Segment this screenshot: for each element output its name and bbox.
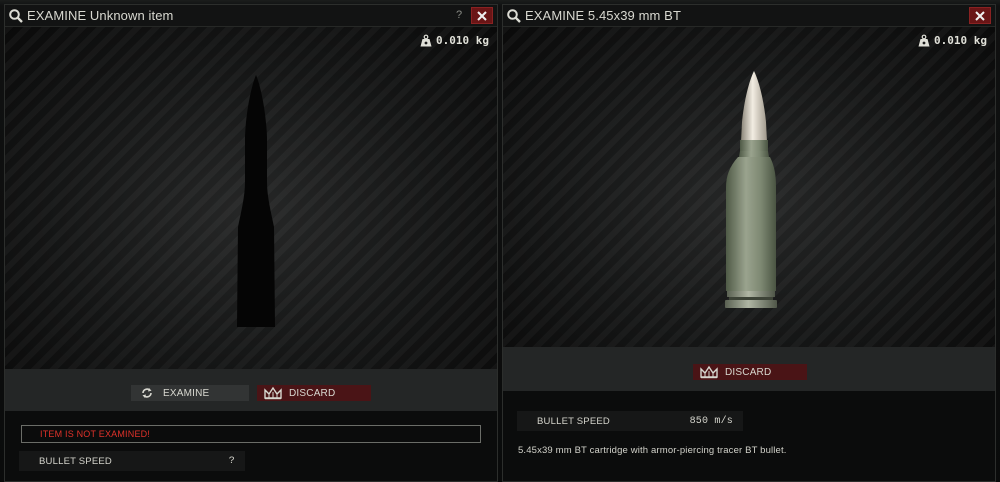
stat-row-bullet-speed: BULLET SPEED 850 m/s <box>517 411 743 431</box>
refresh-icon <box>142 388 152 398</box>
stat-value: ? <box>228 455 235 467</box>
item-preview: 0.010 kg <box>503 27 995 347</box>
info-panel: ITEM IS NOT EXAMINED! BULLET SPEED ? <box>5 411 497 481</box>
examine-window-unknown: EXAMINE Unknown item ? 0.010 kg EXAMINE … <box>4 4 498 482</box>
item-description: 5.45x39 mm BT cartridge with armor-pierc… <box>518 445 787 456</box>
cartridge-image <box>725 71 777 308</box>
unknown-item-silhouette <box>237 75 275 327</box>
stat-label: BULLET SPEED <box>537 415 610 427</box>
examine-label: EXAMINE <box>163 387 210 399</box>
title-bar[interactable]: EXAMINE Unknown item ? <box>5 5 497 27</box>
help-button[interactable]: ? <box>451 7 467 23</box>
title-bar[interactable]: EXAMINE 5.45x39 mm BT <box>503 5 995 27</box>
examine-button[interactable]: EXAMINE <box>131 385 249 401</box>
discard-button[interactable]: DISCARD <box>257 385 371 401</box>
close-x-icon <box>477 10 487 21</box>
stat-label: BULLET SPEED <box>39 455 112 467</box>
discard-label: DISCARD <box>289 387 336 399</box>
examine-window-545-bt: EXAMINE 5.45x39 mm BT 0.010 kg DISCARD B… <box>502 4 996 482</box>
close-button[interactable] <box>471 7 493 24</box>
crown-discard-icon <box>264 386 282 400</box>
item-preview: 0.010 kg <box>5 27 497 369</box>
action-bar: EXAMINE DISCARD <box>5 369 497 411</box>
magnifier-icon <box>9 8 23 23</box>
stat-row-bullet-speed: BULLET SPEED ? <box>19 451 245 471</box>
close-x-icon <box>975 10 985 21</box>
crown-discard-icon <box>700 365 718 379</box>
action-bar: DISCARD <box>503 347 995 391</box>
window-title: EXAMINE 5.45x39 mm BT <box>525 8 681 23</box>
discard-label: DISCARD <box>725 366 772 378</box>
stat-value: 850 m/s <box>689 415 733 427</box>
info-panel: BULLET SPEED 850 m/s 5.45x39 mm BT cartr… <box>503 391 995 481</box>
not-examined-warning: ITEM IS NOT EXAMINED! <box>21 425 481 443</box>
close-button[interactable] <box>969 7 991 24</box>
discard-button[interactable]: DISCARD <box>693 364 807 380</box>
window-title: EXAMINE Unknown item <box>27 8 174 23</box>
magnifier-icon <box>507 8 521 23</box>
